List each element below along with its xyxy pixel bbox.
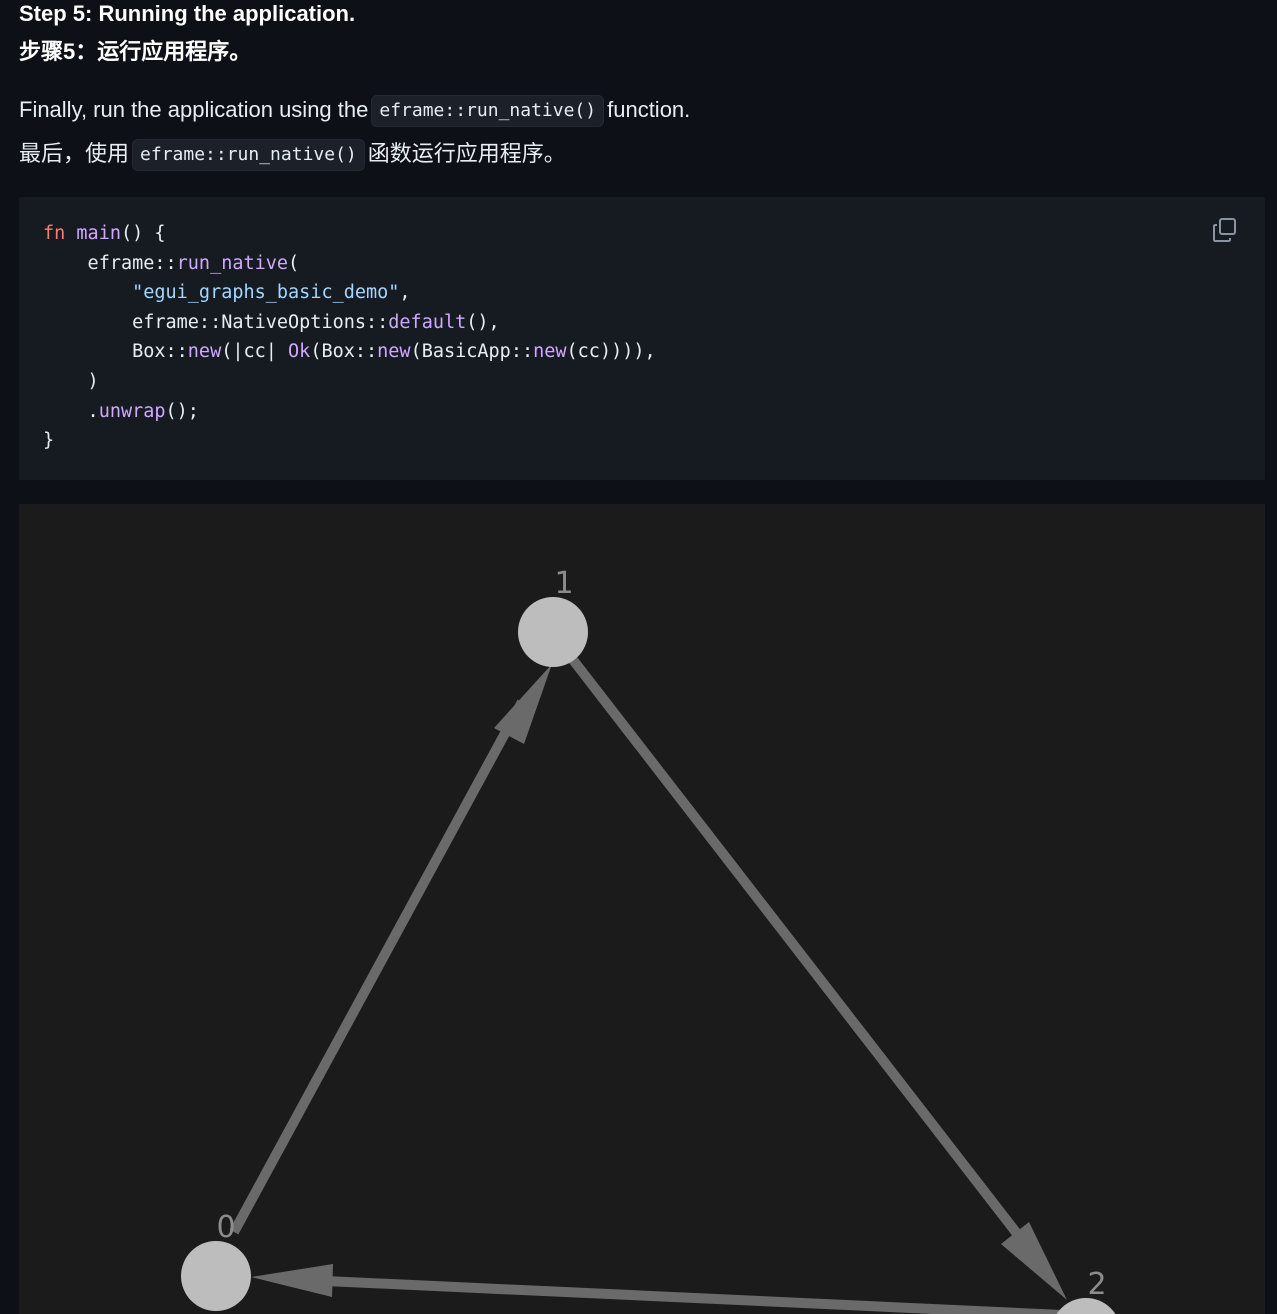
graph-edge-2-0	[303, 1275, 1086, 1314]
code-token: Ok	[288, 341, 311, 363]
code-token: (cc)))),	[566, 341, 656, 363]
code-token: (Box::	[310, 341, 378, 363]
code-token: ,	[399, 282, 411, 304]
code-token: run_native	[176, 252, 289, 274]
code-token: "egui_graphs_basic_demo"	[132, 282, 400, 304]
copy-button[interactable]	[1211, 215, 1241, 245]
paragraph-en-text-after: function.	[607, 97, 691, 122]
code-line: eframe::run_native(	[43, 249, 656, 279]
graph-edge-1-2	[566, 652, 1043, 1266]
code-token: )	[43, 370, 99, 392]
code-token: ();	[165, 400, 199, 422]
code-token: new	[377, 341, 411, 363]
inline-code-run-native: eframe::run_native()	[371, 95, 605, 127]
graph-edge-0-1	[229, 699, 527, 1235]
paragraph-en-text-before: Finally, run the application using the	[19, 97, 369, 122]
code-line: eframe::NativeOptions::default(),	[43, 308, 656, 338]
paragraph-zh: 最后，使用 eframe::run_native() 函数运行应用程序。	[19, 138, 566, 171]
code-token: unwrap	[98, 400, 166, 422]
copy-icon	[1213, 218, 1236, 242]
code-block: fn main() { eframe::run_native( "egui_gr…	[19, 197, 1265, 480]
code-token: (	[288, 252, 300, 274]
graph-node-2[interactable]	[1051, 1298, 1121, 1314]
code-token: (),	[466, 311, 500, 333]
code-token: () {	[120, 223, 166, 244]
paragraph-zh-text-after: 函数运行应用程序。	[367, 141, 566, 166]
graph-svg[interactable]: 1 0 2	[19, 504, 1265, 1314]
paragraph-zh-text-before: 最后，使用	[19, 141, 130, 166]
graph-node-0-label: 0	[216, 1210, 235, 1245]
code-token: new	[533, 341, 567, 363]
code-token: }	[43, 430, 55, 452]
code-line: fn main() {	[43, 219, 656, 249]
code-token: default	[388, 311, 467, 333]
code-line: }	[43, 426, 656, 456]
graph-node-2-label: 2	[1087, 1267, 1106, 1302]
code-line: Box::new(|cc| Ok(Box::new(BasicApp::new(…	[43, 337, 656, 367]
graph-node-0[interactable]	[181, 1241, 251, 1311]
graph-canvas[interactable]: 1 0 2	[19, 504, 1265, 1314]
graph-edge-0-1-arrowhead	[494, 664, 552, 744]
code-token: Box::	[43, 341, 188, 363]
graph-node-1-label: 1	[554, 566, 573, 601]
code-token: eframe::	[43, 252, 177, 274]
inline-code-run-native-zh: eframe::run_native()	[132, 139, 365, 171]
code-token: .	[43, 400, 99, 422]
code-content: fn main() { eframe::run_native( "egui_gr…	[43, 219, 656, 456]
graph-node-1[interactable]	[518, 597, 588, 667]
graph-edge-2-0-arrowhead	[251, 1264, 333, 1297]
paragraph-en: Finally, run the application using the ef…	[19, 94, 690, 127]
code-line: .unwrap();	[43, 397, 656, 427]
code-token: main	[76, 223, 121, 244]
code-token: eframe::NativeOptions::	[43, 311, 389, 333]
code-line: "egui_graphs_basic_demo",	[43, 278, 656, 308]
code-token: (BasicApp::	[410, 341, 534, 363]
step-heading-zh: 步骤5：运行应用程序。	[19, 39, 252, 64]
code-line: )	[43, 367, 656, 397]
code-token: (|cc|	[221, 341, 289, 363]
code-token: fn	[43, 223, 66, 244]
code-token: new	[187, 341, 222, 363]
step-heading-en: Step 5: Running the application.	[19, 1, 356, 26]
